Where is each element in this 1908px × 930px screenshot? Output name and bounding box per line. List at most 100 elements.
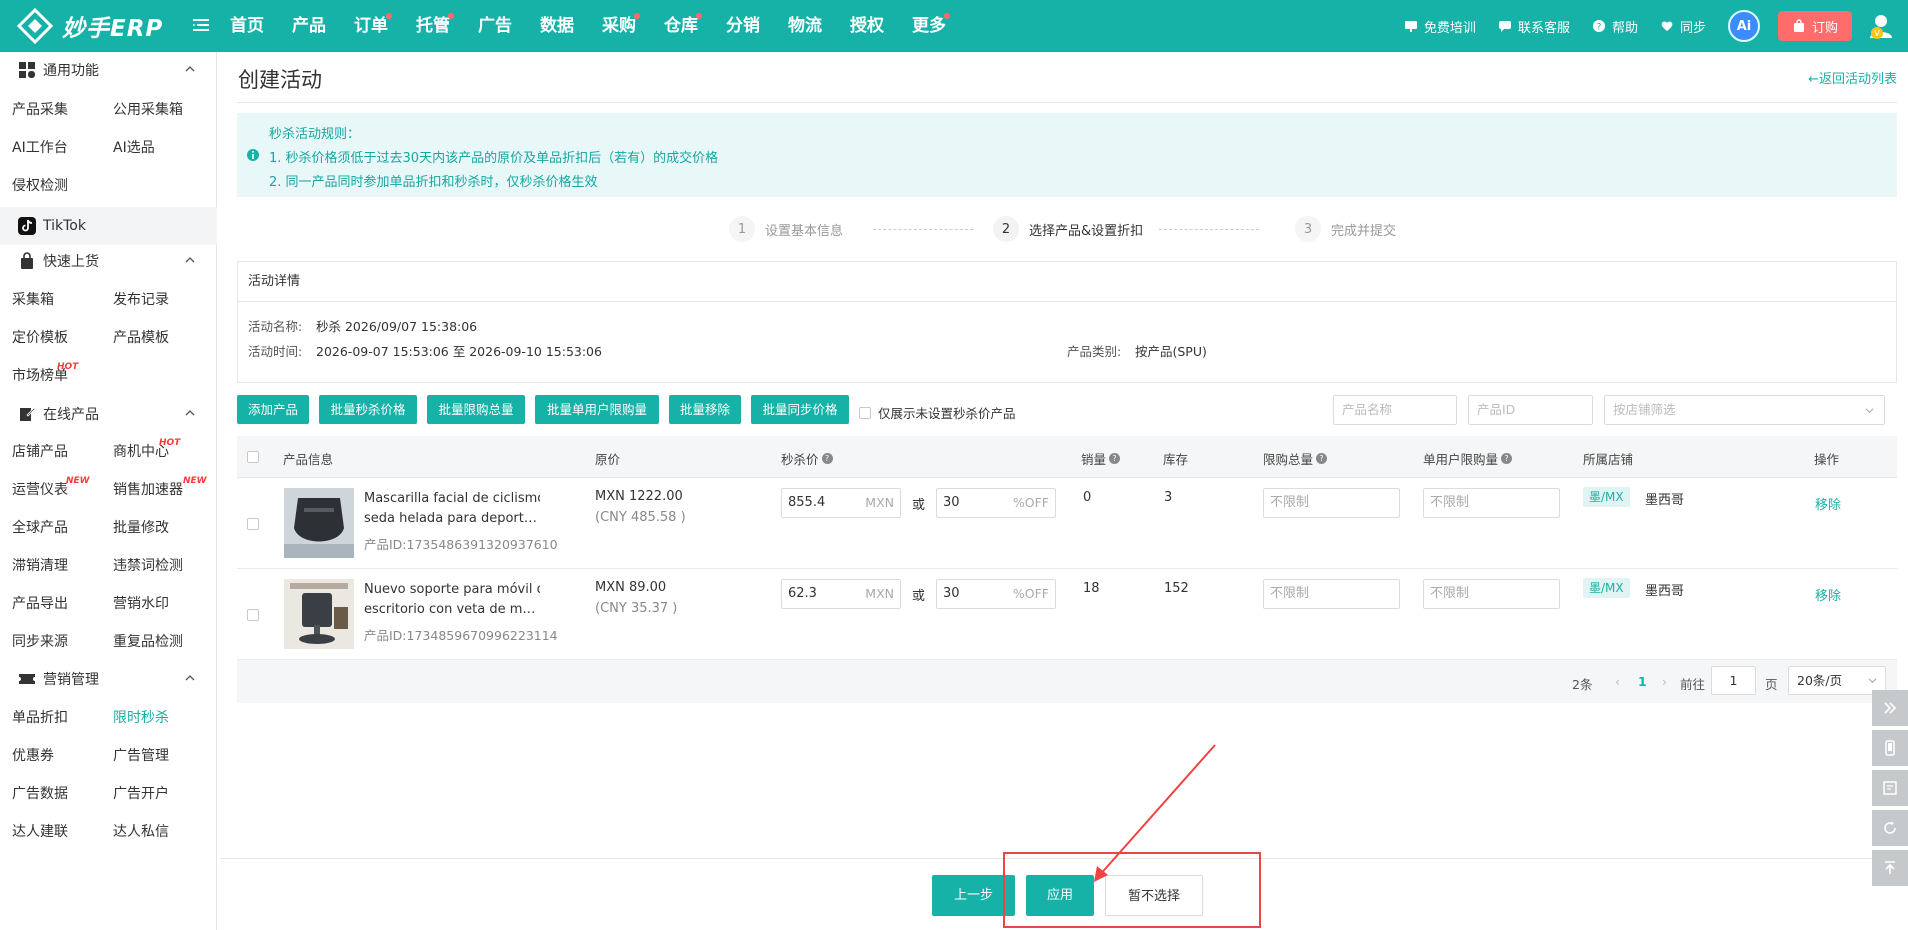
nav-warehouse[interactable]: 仓库 [664,0,726,52]
sidebar-item-collect-box[interactable]: 采集箱 [12,290,54,310]
nav-orders[interactable]: 订单 [354,0,416,52]
flash-price-input[interactable]: 62.3 MXN [781,579,901,609]
product-thumbnail[interactable] [284,579,354,649]
back-to-list-link[interactable]: ←返回活动列表 [1808,68,1897,87]
product-id-input[interactable]: 产品ID [1468,395,1593,425]
total-limit-input[interactable]: 不限制 [1263,579,1400,609]
user-limit-input[interactable]: 不限制 [1423,488,1560,518]
sidebar-item-store-products[interactable]: 店铺产品 [12,442,68,462]
discount-input[interactable]: 30 %OFF [936,488,1056,518]
free-training-link[interactable]: 免费培训 [1404,17,1476,36]
app-logo[interactable]: 妙手ERP [16,7,163,45]
sidebar-item-creator-messages[interactable]: 达人私信 [113,822,169,842]
store-filter-select[interactable]: 按店铺筛选 [1604,395,1885,425]
product-thumbnail[interactable] [284,488,354,558]
product-name-line-1[interactable]: Nuevo soporte para móvil de [364,580,540,600]
sidebar-item-creator-outreach[interactable]: 达人建联 [12,822,68,842]
sidebar-item-market-ranking[interactable]: 市场榜单 HOT [12,362,78,386]
batch-remove-button[interactable]: 批量移除 [669,395,741,424]
sidebar-item-product-template[interactable]: 产品模板 [113,328,169,348]
mobile-button[interactable] [1872,730,1908,766]
contact-support-link[interactable]: 联系客服 [1498,17,1570,36]
product-name-input[interactable]: 产品名称 [1333,395,1457,425]
sidebar-group-quick-listing[interactable]: 快速上货 [0,244,217,278]
nav-purchase[interactable]: 采购 [602,0,664,52]
row-checkbox[interactable] [247,609,259,621]
nav-hosting[interactable]: 托管 [416,0,478,52]
add-product-button[interactable]: 添加产品 [237,395,309,424]
sidebar-item-product-collect[interactable]: 产品采集 [12,100,68,120]
nav-distribution[interactable]: 分销 [726,0,788,52]
help-icon[interactable]: ? [1109,453,1121,464]
select-all-checkbox[interactable] [247,451,259,463]
remove-button[interactable]: 移除 [1815,494,1841,513]
only-unset-filter[interactable]: 仅展示未设置秒杀价产品 [859,403,1016,422]
help-icon[interactable]: ? [821,453,833,464]
discount-input[interactable]: 30 %OFF [936,579,1056,609]
batch-user-limit-button[interactable]: 批量单用户限购量 [535,395,659,424]
batch-sync-price-button[interactable]: 批量同步价格 [751,395,849,424]
sidebar-item-ai-selection[interactable]: AI选品 [113,138,155,158]
sidebar-item-sales-accelerator[interactable]: 销售加速器 NEW [113,476,207,500]
nav-ads[interactable]: 广告 [478,0,540,52]
sidebar-item-single-discount[interactable]: 单品折扣 [12,708,68,728]
sidebar-item-ai-workbench[interactable]: AI工作台 [12,138,68,158]
sidebar-group-online-products[interactable]: 在线产品 [0,397,217,431]
sidebar-item-opportunity-center[interactable]: 商机中心 HOT [113,438,180,462]
sidebar-item-pricing-template[interactable]: 定价模板 [12,328,68,348]
sidebar-item-slow-moving[interactable]: 滞销清理 [12,556,68,576]
nav-logistics[interactable]: 物流 [788,0,850,52]
help-icon[interactable]: ? [1316,453,1328,464]
sidebar-item-ad-data[interactable]: 广告数据 [12,784,68,804]
notes-button[interactable] [1872,770,1908,806]
remove-button[interactable]: 移除 [1815,585,1841,604]
sidebar-item-watermark[interactable]: 营销水印 [113,594,169,614]
row-checkbox[interactable] [247,518,259,530]
flash-price-input[interactable]: 855.4 MXN [781,488,901,518]
help-icon[interactable]: ? [1501,453,1513,464]
sidebar-group-general[interactable]: 通用功能 [0,53,217,87]
sidebar-item-coupons[interactable]: 优惠券 [12,746,54,766]
sidebar-item-global-products[interactable]: 全球产品 [12,518,68,538]
back-to-top-button[interactable] [1872,850,1908,886]
prev-page-button[interactable]: ‹ [1615,674,1620,689]
next-page-button[interactable]: › [1662,674,1667,689]
sidebar-item-batch-edit[interactable]: 批量修改 [113,518,169,538]
nav-authorization[interactable]: 授权 [850,0,912,52]
sidebar-item-publish-records[interactable]: 发布记录 [113,290,169,310]
nav-home[interactable]: 首页 [230,0,292,52]
sidebar-item-ad-account[interactable]: 广告开户 [113,784,169,804]
sidebar-group-marketing[interactable]: 营销管理 [0,662,217,696]
product-name-line-1[interactable]: Mascarilla facial de ciclismo de [364,489,540,509]
refresh-button[interactable] [1872,810,1908,846]
sidebar-platform-tiktok[interactable]: TikTok [0,207,217,245]
nav-products[interactable]: 产品 [292,0,354,52]
sidebar-item-banned-words[interactable]: 违禁词检测 [113,556,183,576]
user-limit-input[interactable]: 不限制 [1423,579,1560,609]
product-name-line-2[interactable]: escritorio con veta de madera, ... [364,600,540,620]
sidebar-item-public-collect[interactable]: 公用采集箱 [113,100,183,120]
nav-more[interactable]: 更多 [912,0,974,52]
sidebar-item-flash-sale[interactable]: 限时秒杀 [113,708,169,728]
product-name-line-2[interactable]: seda helada para deportes al ai... [364,509,540,529]
sidebar-item-infringement[interactable]: 侵权检测 [12,176,68,196]
nav-data[interactable]: 数据 [540,0,602,52]
collapse-panel-button[interactable] [1872,690,1908,726]
ai-assistant-button[interactable]: Ai [1727,10,1760,42]
sidebar-item-ops-dashboard[interactable]: 运营仪表 NEW [12,476,90,500]
batch-total-limit-button[interactable]: 批量限购总量 [427,395,525,424]
batch-flash-price-button[interactable]: 批量秒杀价格 [319,395,417,424]
sidebar-item-product-export[interactable]: 产品导出 [12,594,68,614]
help-link[interactable]: ? 帮助 [1592,17,1638,36]
sidebar-item-ad-management[interactable]: 广告管理 [113,746,169,766]
sidebar-item-sync-source[interactable]: 同步来源 [12,632,68,652]
sidebar-item-duplicate-check[interactable]: 重复品检测 [113,632,183,652]
checkbox[interactable] [859,406,871,419]
order-button[interactable]: 订购 [1777,11,1852,41]
user-avatar-icon[interactable]: V [1866,11,1896,41]
page-number[interactable]: 1 [1638,674,1647,689]
goto-page-input[interactable]: 1 [1711,666,1756,695]
total-limit-input[interactable]: 不限制 [1263,488,1400,518]
sync-link[interactable]: 同步 [1660,17,1706,36]
menu-toggle-icon[interactable] [192,16,210,34]
